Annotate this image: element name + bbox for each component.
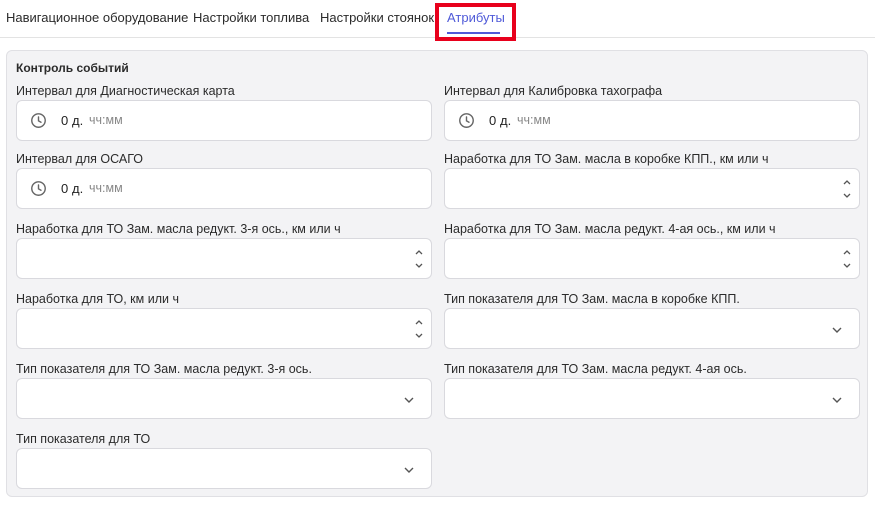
axle4-oil-label: Наработка для ТО Зам. масла редукт. 4-ая…	[444, 222, 776, 236]
axle4-type-label: Тип показателя для ТО Зам. масла редукт.…	[444, 362, 747, 376]
tacho-label: Интервал для Калибровка тахографа	[444, 84, 663, 98]
event-control-panel: Контроль событий Интервал для Диагностич…	[6, 50, 868, 497]
tab-parking-settings[interactable]: Настройки стоянок	[320, 10, 434, 25]
to-run-input[interactable]	[16, 308, 432, 349]
spinner-arrows-icon[interactable]	[841, 176, 853, 202]
hours-minutes-placeholder: чч:мм	[517, 113, 551, 127]
osago-interval-input[interactable]: 0 д. чч:мм	[16, 168, 432, 209]
spinner-arrows-icon[interactable]	[413, 316, 425, 342]
tacho-interval-input[interactable]: 0 д. чч:мм	[444, 100, 860, 141]
tab-fuel-settings[interactable]: Настройки топлива	[193, 10, 309, 25]
chevron-down-icon	[832, 327, 842, 333]
spinner-arrows-icon[interactable]	[413, 246, 425, 272]
osago-label: Интервал для ОСАГО	[16, 152, 144, 166]
axle3-type-label: Тип показателя для ТО Зам. масла редукт.…	[16, 362, 312, 376]
to-type-select[interactable]	[16, 448, 432, 489]
tab-nav-equipment[interactable]: Навигационное оборудование	[6, 10, 188, 25]
chevron-down-icon	[404, 467, 414, 473]
axle4-type-select[interactable]	[444, 378, 860, 419]
axle3-oil-label: Наработка для ТО Зам. масла редукт. 3-я …	[16, 222, 341, 236]
axle4-oil-run-input[interactable]	[444, 238, 860, 279]
to-run-label: Наработка для ТО, км или ч	[16, 292, 179, 306]
kpp-type-label: Тип показателя для ТО Зам. масла в короб…	[444, 292, 740, 306]
days-unit: д.	[72, 181, 84, 196]
diag-card-label: Интервал для Диагностическая карта	[16, 84, 235, 98]
to-type-label: Тип показателя для ТО	[16, 432, 151, 446]
axle3-oil-run-input[interactable]	[16, 238, 432, 279]
chevron-down-icon	[832, 397, 842, 403]
section-title: Контроль событий	[16, 61, 129, 75]
diag-card-interval-input[interactable]: 0 д. чч:мм	[16, 100, 432, 141]
kpp-type-select[interactable]	[444, 308, 860, 349]
days-unit: д.	[72, 113, 84, 128]
clock-icon	[31, 181, 46, 196]
days-value: 0	[61, 181, 69, 196]
highlight-box	[435, 3, 516, 41]
days-value: 0	[489, 113, 497, 128]
clock-icon	[459, 113, 474, 128]
spinner-arrows-icon[interactable]	[841, 246, 853, 272]
days-unit: д.	[500, 113, 512, 128]
kpp-oil-run-input[interactable]	[444, 168, 860, 209]
axle3-type-select[interactable]	[16, 378, 432, 419]
clock-icon	[31, 113, 46, 128]
kpp-oil-label: Наработка для ТО Зам. масла в коробке КП…	[444, 152, 769, 166]
chevron-down-icon	[404, 397, 414, 403]
hours-minutes-placeholder: чч:мм	[89, 113, 123, 127]
days-value: 0	[61, 113, 69, 128]
hours-minutes-placeholder: чч:мм	[89, 181, 123, 195]
